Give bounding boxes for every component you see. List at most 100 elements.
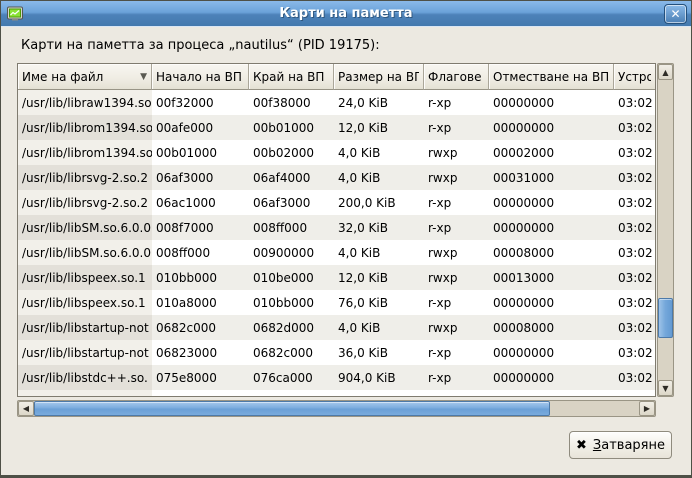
table-row[interactable]: /usr/lib/librom1394.so00b0100000b020004,… [18,140,655,165]
cell-size: 904,0 KiB [334,365,424,390]
cell-flags: rwxp [424,240,489,265]
cell-device: 03:02 [614,140,656,165]
cell-offset: 00000000 [489,340,614,365]
table-row[interactable]: /usr/lib/libstartup-not0682c0000682d0004… [18,315,655,340]
cell-filename: /usr/lib/librom1394.so [18,140,152,165]
cell-offset: 00000000 [489,365,614,390]
window-title: Карти на паметта [1,6,691,21]
titlebar[interactable]: Карти на паметта ✕ [1,1,691,27]
scroll-up-icon[interactable]: ▲ [658,64,673,80]
cell-device: 03:02 [614,240,656,265]
cell-size: 32,0 KiB [334,215,424,240]
cell-flags: r-xp [424,290,489,315]
column-header-device[interactable]: Устрой [614,64,656,90]
close-dialog-button[interactable]: ✖ Затваряне [569,431,672,459]
cell-device: 03:02 [614,165,656,190]
vertical-scroll-track[interactable] [658,80,673,380]
cell-device: 03:02 [614,115,656,140]
cell-end: 010be000 [249,265,334,290]
column-header-end[interactable]: Край на ВП [249,64,334,90]
table-row[interactable]: /usr/lib/libraw1394.so00f3200000f3800024… [18,90,655,115]
horizontal-scroll-thumb[interactable] [34,401,550,416]
horizontal-scrollbar[interactable]: ◀ ▶ [17,400,656,417]
column-header-offset[interactable]: Отместване на ВП [489,64,614,90]
table-row[interactable]: /usr/lib/libSM.so.6.0.0008f7000008ff0003… [18,215,655,240]
cell-start: 008ff000 [152,240,249,265]
scroll-left-icon[interactable]: ◀ [18,401,34,416]
cell-filename: /usr/lib/libSM.so.6.0.0 [18,240,152,265]
cell-filename: /usr/lib/libraw1394.so [18,90,152,115]
window-close-button[interactable]: ✕ [664,4,687,24]
cell-end: 00b02000 [249,140,334,165]
cell-end: 06af3000 [249,190,334,215]
column-header-filename[interactable]: Име на файл▼ [18,64,152,90]
cell-filename: /usr/lib/librsvg-2.so.2 [18,190,152,215]
cell-filename: /usr/lib/libspeex.so.1 [18,290,152,315]
cell-offset: 00002000 [489,140,614,165]
cell-size: 24,0 KiB [334,90,424,115]
cell-flags: r-xp [424,365,489,390]
cell-size: 4,0 KiB [334,240,424,265]
scroll-down-icon[interactable]: ▼ [658,380,673,396]
cell-device: 03:02 [614,265,656,290]
cell-end: 0682d000 [249,315,334,340]
sort-descending-icon: ▼ [137,72,147,82]
column-header-label: Край на ВП [253,70,324,84]
cell-end: 00900000 [249,240,334,265]
cell-end: 00b01000 [249,115,334,140]
table-row[interactable]: /usr/lib/libspeex.so.1010bb000010be00012… [18,265,655,290]
close-button-label: Затваряне [593,438,665,453]
column-header-start[interactable]: Начало на ВП [152,64,249,90]
cell-end: 008ff000 [249,215,334,240]
cell-device: 03:02 [614,365,656,390]
table-row[interactable]: /usr/lib/librsvg-2.so.206ac100006af30002… [18,190,655,215]
table-row[interactable]: /usr/lib/libstartup-not068230000682c0003… [18,340,655,365]
table-row[interactable]: /usr/lib/librsvg-2.so.206af300006af40004… [18,165,655,190]
cell-size: 200,0 KiB [334,190,424,215]
cell-flags: r-xp [424,90,489,115]
cell-flags: r-xp [424,190,489,215]
table-row[interactable]: /usr/lib/libSM.so.6.0.0008ff000009000004… [18,240,655,265]
cell-offset: 00000000 [489,190,614,215]
cell-offset: 00000000 [489,115,614,140]
cell-start: 06ac1000 [152,190,249,215]
cell-size: 4,0 KiB [334,165,424,190]
cell-start: 00f32000 [152,90,249,115]
vertical-scrollbar[interactable]: ▲ ▼ [657,63,674,397]
cell-flags: r-xp [424,115,489,140]
cell-end: 0682c000 [249,340,334,365]
cell-device: 03:02 [614,215,656,240]
table-row[interactable]: /usr/lib/libstdc++.so.075e8000076ca00090… [18,365,655,390]
cell-offset: 00008000 [489,240,614,265]
cell-offset: 00000000 [489,290,614,315]
table-row[interactable]: /usr/lib/libspeex.so.1010a8000010bb00076… [18,290,655,315]
cell-end: 00f38000 [249,90,334,115]
column-header-label: Отместване на ВП [493,70,609,84]
cell-device: 03:02 [614,190,656,215]
cell-start: 06823000 [152,340,249,365]
cell-offset: 00000000 [489,90,614,115]
cell-size: 4,0 KiB [334,140,424,165]
memory-maps-table: Име на файл▼ Начало на ВП Край на ВП Размер… [17,63,656,397]
column-header-size[interactable]: Размер на ВП [334,64,424,90]
cell-offset: 00031000 [489,165,614,190]
vertical-scroll-thumb[interactable] [658,298,673,338]
scroll-right-icon[interactable]: ▶ [639,401,655,416]
cell-start: 0682c000 [152,315,249,340]
horizontal-scroll-track[interactable] [34,401,639,416]
cell-size: 76,0 KiB [334,290,424,315]
cell-end: 010bb000 [249,290,334,315]
cell-filename: /usr/lib/libspeex.so.1 [18,265,152,290]
cell-end: 06af4000 [249,165,334,190]
cell-size: 36,0 KiB [334,340,424,365]
table-header-row: Име на файл▼ Начало на ВП Край на ВП Размер… [18,64,655,90]
table-row[interactable]: /usr/lib/librom1394.so00afe00000b0100012… [18,115,655,140]
cell-offset: 00008000 [489,315,614,340]
cell-filename: /usr/lib/libstartup-not [18,340,152,365]
column-header-label: Начало на ВП [156,70,242,84]
cell-end: 076ca000 [249,365,334,390]
cell-device: 03:02 [614,90,656,115]
cell-start: 008f7000 [152,215,249,240]
cell-filename: /usr/lib/librom1394.so [18,115,152,140]
column-header-flags[interactable]: Флагове [424,64,489,90]
